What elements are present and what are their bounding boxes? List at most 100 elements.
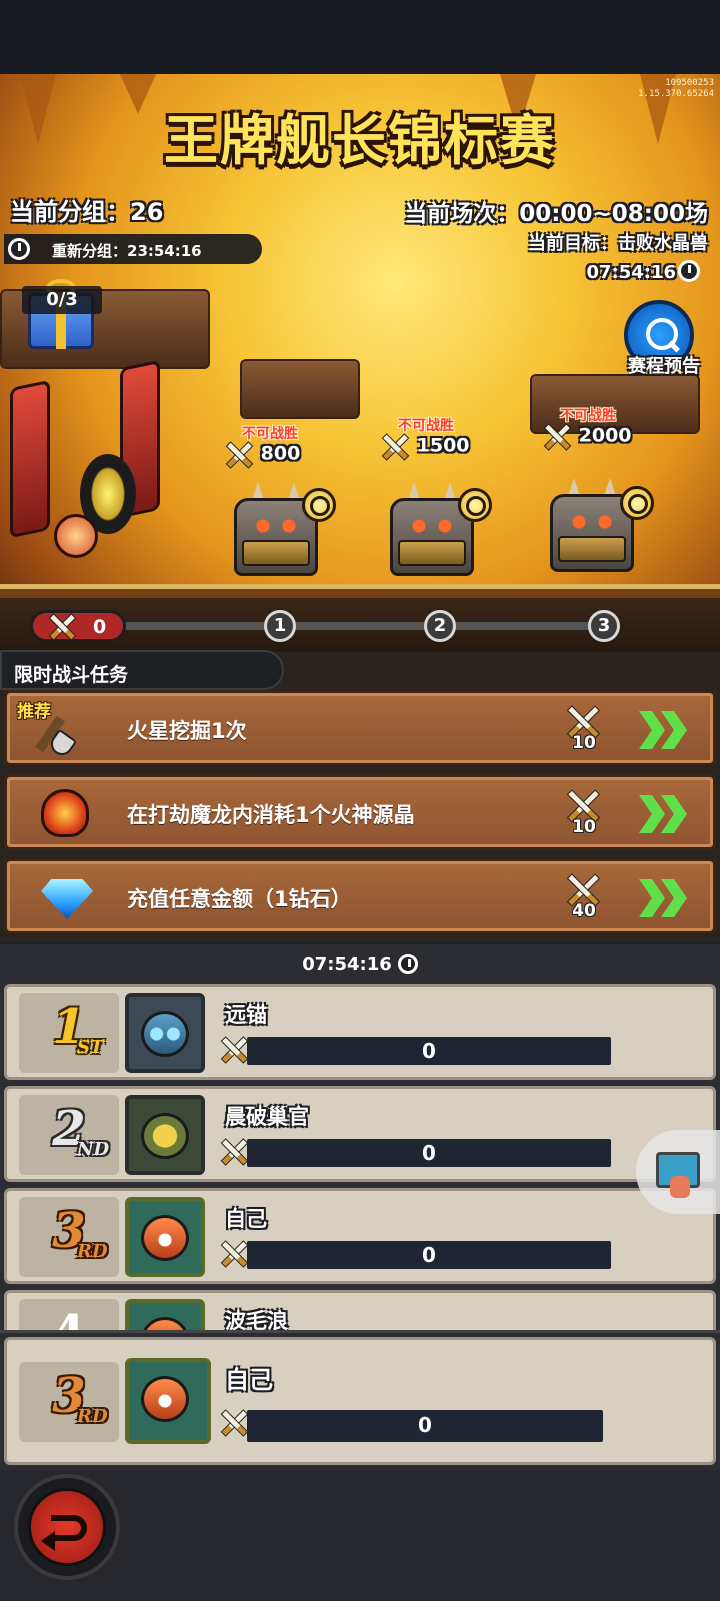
fire-gem (41, 789, 89, 837)
sword-icon (217, 1406, 249, 1438)
schedule-preview-label[interactable]: 赛程预告 (628, 352, 700, 378)
enemy-power: 2000 (540, 420, 632, 452)
self-rank-panel: 3 RD 自己 0 (0, 1330, 720, 1470)
mission-row[interactable]: 在打劫魔龙内消耗1个火神源晶 10 (4, 774, 716, 850)
chevron-right-icon (639, 711, 665, 749)
round-countdown: 07:54:16 (586, 262, 676, 283)
sword-icon (378, 430, 410, 462)
go-button[interactable] (637, 789, 697, 839)
rank-suffix: RD (77, 1241, 108, 1262)
progress-node: 1 (264, 610, 296, 642)
avatar-face (141, 1011, 189, 1057)
player-name: 远锚 (225, 1003, 267, 1027)
score-bar: 0 (247, 1037, 611, 1065)
ranking-timer: 07:54:16 (0, 950, 720, 975)
player-name: 自己 (225, 1207, 267, 1231)
enemy-chest (398, 540, 466, 566)
enemy-power-value: 800 (260, 442, 301, 465)
version-line: 109500253 (665, 78, 714, 88)
mission-row[interactable]: 推荐 火星挖掘1次 10 (4, 690, 716, 766)
player-name: 自己 (225, 1366, 273, 1394)
score-value: 0 (418, 1413, 432, 1437)
mission-row[interactable]: 充值任意金额（1钻石） 40 (4, 858, 716, 934)
ranking-timer-text: 07:54:16 (302, 954, 392, 975)
avatar-face (141, 1215, 189, 1261)
ranking-row[interactable]: 1 ST 远锚 0 (4, 984, 716, 1080)
magnifier-icon[interactable] (458, 488, 492, 522)
enemy-eyes (250, 518, 302, 534)
ranking-row[interactable]: 3 RD 自己 0 (4, 1188, 716, 1284)
player-name: 晨破巢官 (225, 1105, 309, 1129)
score-value: 0 (422, 1039, 436, 1063)
go-button[interactable] (637, 705, 697, 755)
sword-icon (217, 1135, 249, 1167)
back-button-face (28, 1488, 106, 1566)
score-bar: 0 (247, 1410, 603, 1442)
enemy-eyes (406, 518, 458, 534)
current-group: 当前分组：26 (10, 198, 164, 226)
sword-icon (45, 610, 77, 642)
enemy-chest (242, 540, 310, 566)
mission-text: 火星挖掘1次 (127, 719, 247, 743)
current-target: 当前目标：击败水晶兽 (528, 233, 708, 254)
stopwatch-icon (8, 238, 30, 260)
pilot-avatar (54, 514, 98, 558)
screen: 109500253 1.15.370.65264 王牌舰长锦标赛 当前分组：26… (0, 0, 720, 1601)
enemy-power-value: 1500 (416, 434, 470, 457)
avatar (125, 1197, 205, 1277)
back-button[interactable] (14, 1474, 120, 1580)
rank-suffix: ST (77, 1037, 104, 1058)
current-round: 当前场次：00:00~08:00场 (404, 201, 708, 227)
score-bar: 0 (247, 1139, 611, 1167)
mission-reward: 40 (559, 867, 609, 927)
avatar (125, 1095, 205, 1175)
rank-suffix: ND (77, 1139, 110, 1160)
return-arrow-icon (41, 1515, 87, 1551)
current-points-badge: 0 (30, 610, 126, 642)
status-bar (0, 0, 720, 74)
sword-icon (540, 420, 572, 452)
chevron-right-icon (639, 795, 665, 833)
tournament-banner: 109500253 1.15.370.65264 王牌舰长锦标赛 当前分组：26… (0, 74, 720, 672)
avatar (125, 993, 205, 1073)
self-ranking-row[interactable]: 3 RD 自己 0 (4, 1337, 716, 1465)
player-ship (0, 359, 160, 584)
enemy-power: 800 (222, 438, 301, 470)
enemy-power: 1500 (378, 430, 470, 462)
sword-icon (222, 438, 254, 470)
mission-text: 在打劫魔龙内消耗1个火神源晶 (127, 803, 415, 827)
hand-icon (670, 1176, 690, 1198)
mission-reward: 10 (559, 783, 609, 843)
enemy-chest (558, 536, 626, 562)
current-points: 0 (93, 616, 107, 638)
chest-progress: 0/3 (22, 286, 102, 314)
fire-crystal-icon (37, 785, 93, 841)
sword-icon (217, 1237, 249, 1269)
ranking-row[interactable]: 2 ND 晨破巢官 0 (4, 1086, 716, 1182)
ground-edge (0, 584, 720, 589)
rank-badge: 3 RD (19, 1197, 119, 1277)
rank-badge: 1 ST (19, 993, 119, 1073)
magnifier-icon[interactable] (620, 486, 654, 520)
rank-badge: 2 ND (19, 1095, 119, 1175)
progress-node: 2 (424, 610, 456, 642)
reward-value: 10 (572, 817, 596, 837)
reward-value: 10 (572, 733, 596, 753)
magnifier-icon[interactable] (302, 488, 336, 522)
enemy-power-value: 2000 (578, 424, 632, 447)
avatar (125, 1358, 211, 1444)
avatar-face (141, 1113, 189, 1159)
go-button[interactable] (637, 873, 697, 923)
score-bar: 0 (247, 1241, 611, 1269)
missions-title: 限时战斗任务 (14, 664, 129, 686)
regroup-timer: 重新分组：23:54:16 (4, 234, 262, 264)
floating-assistant-button[interactable] (636, 1130, 720, 1214)
recommend-tag: 推荐 (17, 702, 51, 722)
ruin-rock (240, 359, 360, 419)
chevron-right-icon (639, 879, 665, 917)
ship-wing (10, 379, 50, 539)
rank-number: 1 (52, 999, 86, 1055)
missions-header: 限时战斗任务 (0, 650, 284, 690)
enemy-eyes (566, 514, 618, 530)
mission-text: 充值任意金额（1钻石） (127, 887, 352, 911)
